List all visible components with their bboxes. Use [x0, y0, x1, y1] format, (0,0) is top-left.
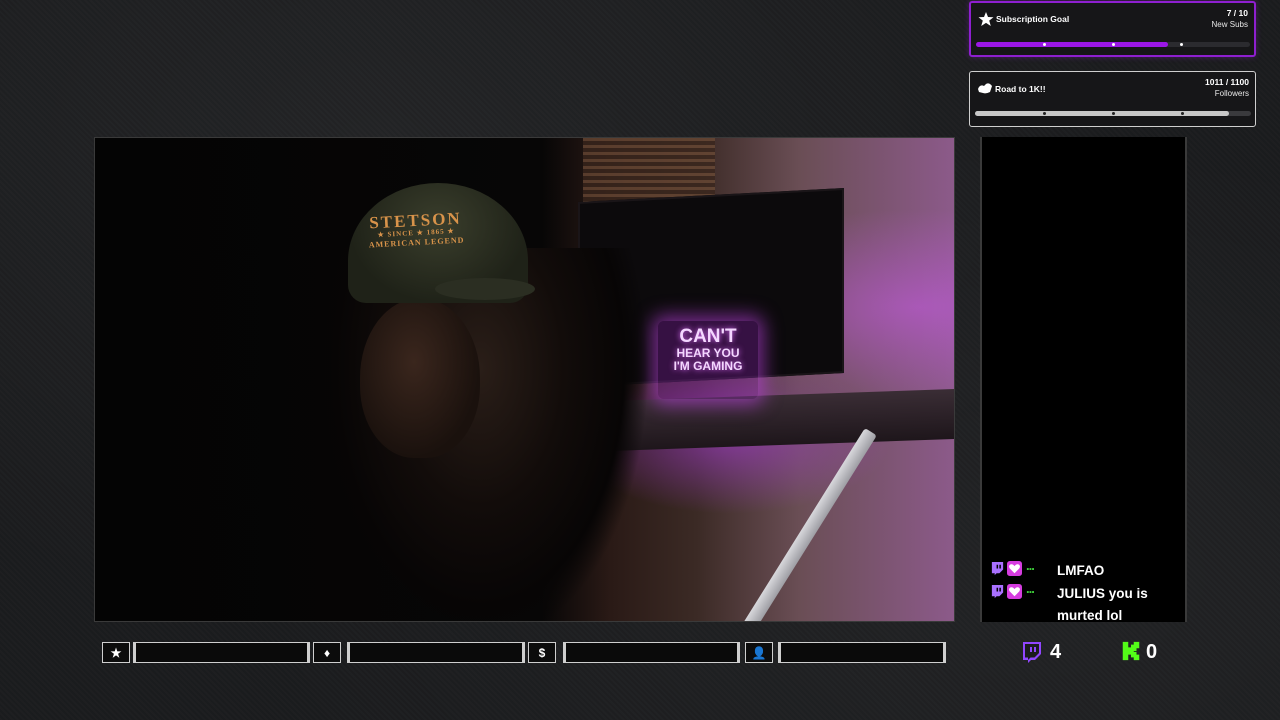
- more-badges-icon: ...: [1026, 558, 1035, 573]
- hands-icon: [977, 81, 993, 95]
- streamer: [310, 248, 650, 621]
- goal-tick: [1180, 112, 1184, 115]
- kick-viewer-count: 0: [1146, 641, 1158, 663]
- webcam-feed: CAN'T HEAR YOU I'M GAMING STETSON ★ SINC…: [94, 137, 955, 622]
- goal-tick: [1111, 112, 1115, 115]
- goal-progress-fill: [976, 42, 1168, 47]
- twitch-viewer-counter: 4: [1020, 640, 1080, 666]
- chat-message: ... JULIUS you is murted lol: [990, 581, 1180, 629]
- twitch-icon: [1020, 640, 1044, 664]
- chat-panel: ... LMFAO ... JULIUS you is murted lol: [980, 137, 1187, 623]
- goal-tick: [1111, 43, 1115, 46]
- chat-badges: ...: [990, 581, 1050, 600]
- goal-count: 1011 / 1100: [1205, 77, 1249, 87]
- diamond-icon: ♦: [313, 642, 341, 663]
- followers-goal-widget: Road to 1K!! 1011 / 1100 Followers: [969, 71, 1256, 127]
- neon-line: I'M GAMING: [673, 359, 743, 373]
- goal-title: Road to 1K!!: [995, 84, 1046, 94]
- cap-logo: STETSON ★ SINCE ★ 1865 ★ AMERICAN LEGEND: [350, 209, 482, 252]
- star-icon: ★: [102, 642, 130, 663]
- dollar-icon: $: [528, 642, 556, 663]
- goal-tick: [1180, 43, 1184, 46]
- goal-progress-bar: [976, 42, 1250, 47]
- stat-field-latest-follower: [778, 642, 946, 663]
- heart-badge-icon: [1007, 561, 1022, 576]
- goal-count: 7 / 10: [1226, 8, 1248, 18]
- more-badges-icon: ...: [1026, 581, 1035, 596]
- twitch-badge-icon: [990, 561, 1005, 576]
- neon-line: CAN'T: [679, 326, 737, 347]
- chat-text: LMFAO: [1057, 563, 1105, 578]
- twitch-badge-icon: [990, 584, 1005, 599]
- stat-field-latest-cheer: [347, 642, 525, 663]
- subscription-goal-widget: Subscription Goal 7 / 10 New Subs: [969, 1, 1256, 57]
- stat-field-latest-sub: [133, 642, 310, 663]
- star-badge-icon: [978, 12, 994, 26]
- cap-brim: [435, 278, 535, 300]
- streamer-face: [360, 298, 480, 458]
- chat-message: ... LMFAO: [990, 558, 1180, 584]
- goal-progress-fill: [975, 111, 1229, 116]
- goal-title: Subscription Goal: [996, 14, 1070, 24]
- goal-unit: New Subs: [1211, 20, 1248, 29]
- heart-badge-icon: [1007, 584, 1022, 599]
- goal-tick: [1042, 112, 1046, 115]
- chat-badges: ...: [990, 558, 1050, 577]
- goal-progress-bar: [975, 111, 1251, 116]
- neon-sign: CAN'T HEAR YOU I'M GAMING: [658, 321, 758, 399]
- kick-viewer-counter: 0: [1120, 640, 1170, 666]
- goal-unit: Followers: [1214, 89, 1249, 98]
- chat-text: JULIUS you is murted lol: [1057, 586, 1148, 623]
- kick-icon: [1120, 640, 1144, 664]
- user-icon: 👤: [745, 642, 773, 663]
- twitch-viewer-count: 4: [1050, 641, 1062, 663]
- stat-field-latest-tip: [563, 642, 740, 663]
- stat-bar: ★ ♦ $ 👤: [0, 642, 960, 663]
